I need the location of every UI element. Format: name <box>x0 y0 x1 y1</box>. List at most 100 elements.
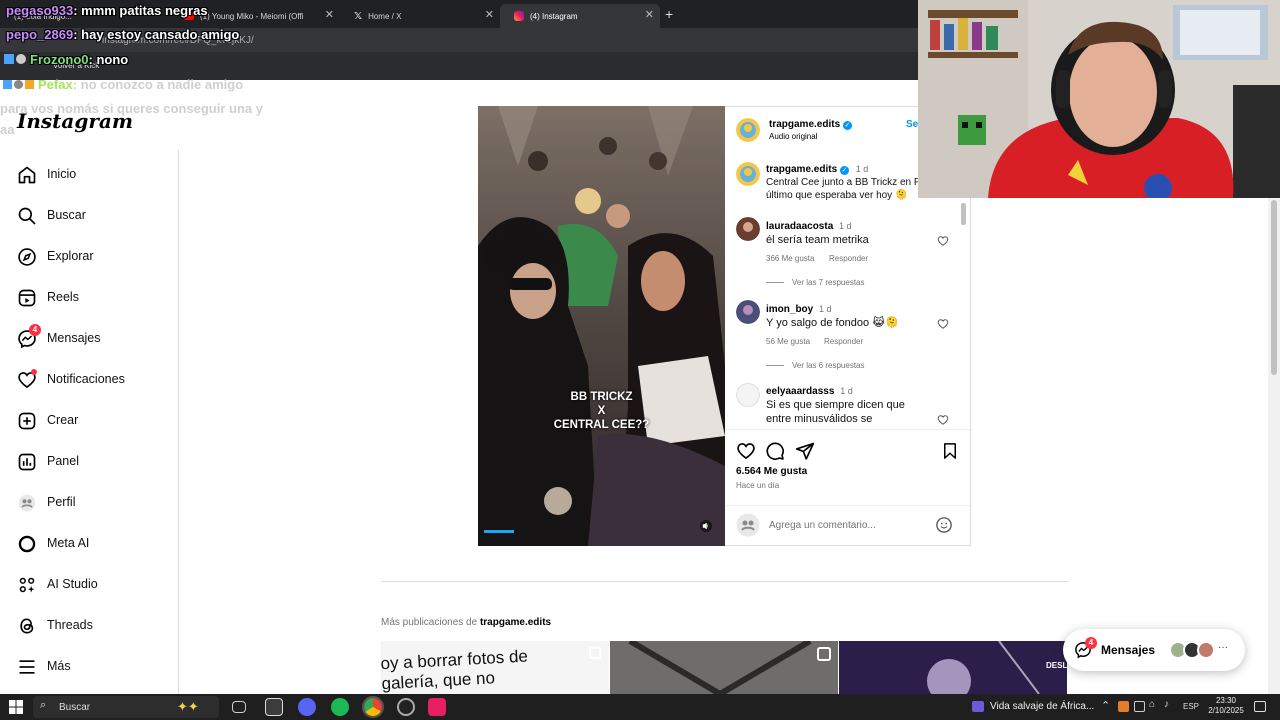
comment-avatar[interactable] <box>736 217 760 241</box>
caption-username[interactable]: trapgame.edits ✓ 1 d <box>766 164 868 175</box>
sidebar-item-inicio[interactable]: Inicio <box>0 156 178 194</box>
chat-badge-icon <box>16 54 26 64</box>
new-tab-button[interactable]: + <box>665 6 673 22</box>
follow-button[interactable]: Se <box>906 119 918 130</box>
comment-avatar[interactable] <box>736 383 760 407</box>
sidebar-item-crear[interactable]: Crear <box>0 402 178 440</box>
save-bookmark-icon[interactable] <box>941 441 959 461</box>
close-tab-icon[interactable]: ✕ <box>645 8 654 21</box>
comment-likes[interactable]: 56 Me gusta <box>766 337 810 346</box>
sidebar-item-notificaciones[interactable]: Notificaciones <box>0 361 178 399</box>
windows-start-icon[interactable] <box>9 700 23 714</box>
comments-scrollbar[interactable] <box>961 203 966 428</box>
comment-username[interactable]: eelyaaardasss 1 d <box>766 386 853 397</box>
post-time[interactable]: Hace un día <box>736 481 779 490</box>
tab-instagram[interactable]: (4) Instagram ✕ <box>500 4 660 28</box>
comment-bubble-icon[interactable] <box>765 441 785 461</box>
sidebar-item-meta-ai[interactable]: Meta AI <box>0 525 178 563</box>
tab-x[interactable]: 𝕏 Home / X ✕ <box>340 4 500 28</box>
view-replies-button[interactable]: Ver las 7 respuestas <box>766 278 864 287</box>
verified-badge-icon: ✓ <box>839 166 849 175</box>
author-username[interactable]: trapgame.edits ✓ <box>769 119 852 130</box>
chrome-icon[interactable] <box>362 696 384 718</box>
caption-avatar[interactable] <box>736 162 760 186</box>
ai-studio-icon <box>19 577 35 593</box>
news-widget[interactable]: Vida salvaje de África... <box>990 701 1094 712</box>
divider <box>725 429 970 430</box>
more-dots-icon: ··· <box>1218 642 1228 653</box>
verified-badge-icon: ✓ <box>842 121 852 130</box>
obs-icon[interactable] <box>397 698 415 716</box>
page-scrollbar-thumb[interactable] <box>1271 200 1277 375</box>
sidebar-item-mas[interactable]: Más <box>0 648 178 686</box>
close-tab-icon[interactable]: ✕ <box>325 8 334 21</box>
sidebar-item-mensajes[interactable]: 4 Mensajes <box>0 320 178 358</box>
view-replies-button[interactable]: Ver las 6 respuestas <box>766 361 864 370</box>
sidebar-item-threads[interactable]: Threads <box>0 607 178 645</box>
sidebar-item-ai-studio[interactable]: AI Studio <box>0 566 178 604</box>
reply-button[interactable]: Responder <box>829 254 868 263</box>
messages-pill[interactable]: 4 Mensajes ··· <box>1063 629 1245 671</box>
tray-app-icon[interactable] <box>1134 701 1145 712</box>
reel-video[interactable]: BB TRICKZ X CENTRAL CEE?? <box>478 106 725 546</box>
sidebar-item-explorar[interactable]: Explorar <box>0 238 178 276</box>
meta-ai-ring-icon <box>18 535 36 553</box>
menu-icon <box>19 660 35 674</box>
language-indicator[interactable]: ESP <box>1183 702 1199 711</box>
author-avatar[interactable] <box>736 118 760 142</box>
reels-icon <box>18 289 36 307</box>
chat-message: Frozono0: nono <box>4 52 128 67</box>
task-view-icon[interactable] <box>232 701 246 713</box>
app-icon[interactable] <box>265 698 283 716</box>
like-heart-icon[interactable] <box>736 441 756 461</box>
notification-center-icon[interactable] <box>1254 701 1266 712</box>
notification-badge: 4 <box>29 324 41 336</box>
clock[interactable]: 23:30 2/10/2025 <box>1204 696 1248 716</box>
comment-username[interactable]: lauradaacosta 1 d <box>766 221 852 232</box>
sidebar-item-perfil[interactable]: Perfil <box>0 484 178 522</box>
more-posts-user-link[interactable]: trapgame.edits <box>480 617 551 628</box>
network-icon[interactable]: ⌂ <box>1149 699 1155 710</box>
comment-likes[interactable]: 366 Me gusta <box>766 254 814 263</box>
like-comment-heart-icon[interactable] <box>937 414 949 426</box>
comment-username[interactable]: imon_boy 1 d <box>766 304 832 315</box>
instagram-logo[interactable]: Instagram <box>17 109 133 133</box>
tiktok-icon[interactable] <box>428 698 446 716</box>
tray-app-icon[interactable] <box>1118 701 1129 712</box>
reply-button[interactable]: Responder <box>824 337 863 346</box>
chat-message: Pefax: no conozco a nadie amigo <box>3 77 243 92</box>
more-posts-heading: Más publicaciones de trapgame.edits <box>381 617 552 628</box>
sidebar-item-reels[interactable]: Reels <box>0 279 178 317</box>
comment-input[interactable] <box>769 517 929 533</box>
discord-icon[interactable] <box>298 698 316 716</box>
profile-avatar-icon <box>18 494 36 512</box>
like-comment-heart-icon[interactable] <box>937 318 949 330</box>
sidebar-item-buscar[interactable]: Buscar <box>0 197 178 235</box>
caption-text: Central Cee junto a BB Trickz en P últim… <box>766 177 921 201</box>
user-avatar <box>736 513 760 537</box>
chat-message: pegaso933: mmm patitas negras <box>6 3 208 18</box>
spotify-icon[interactable] <box>331 698 349 716</box>
share-send-icon[interactable] <box>795 441 815 461</box>
sidebar-item-panel[interactable]: Panel <box>0 443 178 481</box>
search-icon: ⌕ <box>40 699 47 711</box>
comment-avatar[interactable] <box>736 300 760 324</box>
like-comment-heart-icon[interactable] <box>937 235 949 247</box>
plus-square-icon <box>18 412 36 430</box>
sidebar: Inicio Buscar Explorar Reels 4 Mensajes … <box>0 150 179 694</box>
comment-text: él sería team metrika <box>766 234 869 246</box>
more-post-thumbnail[interactable]: DESL <box>839 641 1067 694</box>
comment-text: Y yo salgo de fondoo 😹🫠 <box>766 317 899 329</box>
audio-link[interactable]: Audio original <box>769 132 817 141</box>
more-post-thumbnail[interactable]: oy a borrar fotos de galería, que no <box>381 641 609 694</box>
close-tab-icon[interactable]: ✕ <box>485 8 494 21</box>
taskbar-search[interactable]: ⌕ Buscar ✦✦ <box>33 696 219 718</box>
tray-expand-icon[interactable]: ⌃ <box>1101 699 1110 712</box>
volume-icon[interactable]: ♪ <box>1164 699 1169 710</box>
like-count[interactable]: 6.564 Me gusta <box>736 466 807 477</box>
reel-video-frame <box>478 106 725 546</box>
chat-message: pepo_2869: hay estoy cansado amigo <box>6 27 240 42</box>
volume-icon[interactable] <box>700 520 712 532</box>
emoji-icon[interactable] <box>935 516 953 534</box>
more-post-thumbnail[interactable] <box>610 641 838 694</box>
